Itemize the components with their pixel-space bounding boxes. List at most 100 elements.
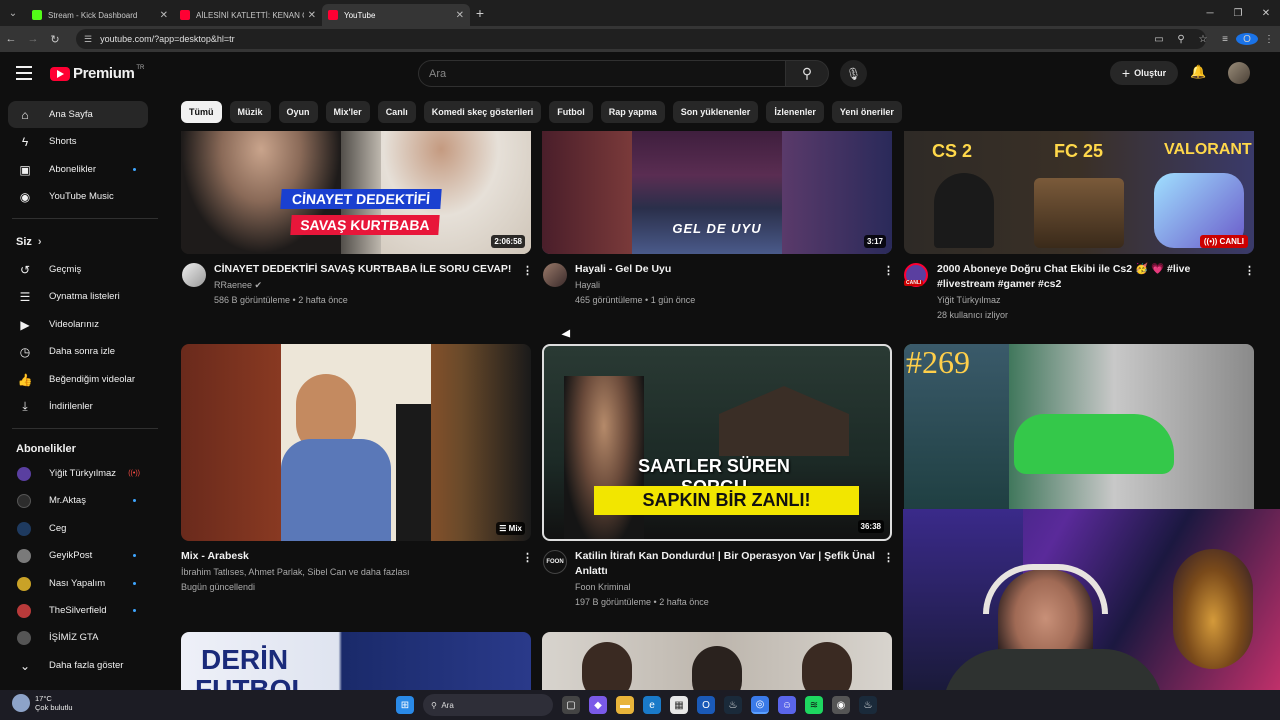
video-thumbnail[interactable]: CİNAYET DEDEKTİFİ SAVAŞ KURTBABA 2:06:58 [181, 131, 531, 254]
video-channel[interactable]: Foon Kriminal [575, 580, 631, 595]
sidebar-sub-isimiz-gta[interactable]: İŞİMİZ GTA [8, 624, 148, 651]
chip-all[interactable]: Tümü [181, 101, 222, 123]
sidebar-sub-nasi-yapalim[interactable]: Nası Yapalım [8, 570, 148, 597]
forward-arrow-icon[interactable]: → [22, 33, 44, 45]
channel-avatar[interactable]: CANLI [904, 263, 928, 287]
more-options-icon[interactable]: ⋮ [522, 264, 533, 277]
minimize-icon[interactable]: ─ [1196, 8, 1224, 19]
close-icon[interactable]: ✕ [456, 10, 464, 21]
more-options-icon[interactable]: ⋮ [883, 551, 894, 564]
sidebar-show-more[interactable]: ⌄ Daha fazla göster [8, 652, 148, 679]
video-title[interactable]: 2000 Aboneye Doğru Chat Ekibi ile Cs2 🥳 … [937, 262, 1237, 292]
browser-tab-youtube[interactable]: YouTube ✕ [322, 4, 470, 26]
edge-browser-icon[interactable]: e [643, 696, 661, 714]
sidebar-item-shorts[interactable]: ϟ Shorts [8, 128, 148, 155]
steam-app-icon[interactable]: ♨ [859, 696, 877, 714]
channel-avatar[interactable] [182, 263, 206, 287]
discord-icon[interactable]: ☺ [778, 696, 796, 714]
chip-football[interactable]: Futbol [549, 101, 593, 123]
chip-watched[interactable]: İzlenenler [766, 101, 824, 123]
chip-gaming[interactable]: Oyun [278, 101, 318, 123]
sidebar-sub-geyikpost[interactable]: GeyikPost [8, 542, 148, 569]
hamburger-menu-icon[interactable] [16, 66, 32, 80]
chip-mixes[interactable]: Mix'ler [325, 101, 370, 123]
close-icon[interactable]: ✕ [160, 10, 168, 21]
sidebar-item-playlists[interactable]: ☰ Oynatma listeleri [8, 283, 148, 310]
new-tab-plus-icon[interactable]: + [470, 5, 490, 21]
sidebar-sub-ceg[interactable]: Ceg [8, 515, 148, 542]
chip-rap[interactable]: Rap yapma [600, 101, 665, 123]
sidebar-item-youtube-music[interactable]: ◉ YouTube Music [8, 183, 148, 210]
account-avatar[interactable] [1228, 62, 1250, 84]
sidebar-item-subscriptions[interactable]: ▣ Abonelikler [8, 156, 148, 183]
chip-recently-uploaded[interactable]: Son yüklenenler [672, 101, 759, 123]
video-channel[interactable]: İbrahim Tatlıses, Ahmet Parlak, Sibel Ca… [181, 565, 409, 580]
back-arrow-icon[interactable]: ← [0, 33, 22, 45]
create-button[interactable]: + Oluştur [1110, 61, 1178, 85]
more-options-icon[interactable]: ⋮ [522, 551, 533, 564]
chip-new-to-you[interactable]: Yeni öneriler [831, 101, 902, 123]
sidebar-item-liked-videos[interactable]: 👍 Beğendiğim videolar [8, 366, 148, 393]
browser-tab-kick[interactable]: Stream - Kick Dashboard ✕ [26, 4, 174, 26]
sidebar-sub-mr-aktas[interactable]: Mr.Aktaş [8, 487, 148, 514]
taskbar-search[interactable]: ⚲ Ara [423, 694, 553, 716]
channel-avatar[interactable] [543, 263, 567, 287]
address-bar[interactable]: ☰ youtube.com/?app=desktop&hl=tr [76, 29, 1206, 49]
browser-menu-icon[interactable]: ⋮ [1258, 34, 1280, 45]
sidebar-sub-thesilverfield[interactable]: TheSilverfield [8, 597, 148, 624]
file-explorer-icon[interactable]: ▬ [616, 696, 634, 714]
more-options-icon[interactable]: ⋮ [883, 264, 894, 277]
profile-avatar[interactable]: O [1236, 33, 1258, 45]
chip-music[interactable]: Müzik [229, 101, 271, 123]
cast-icon[interactable]: ▭ [1148, 34, 1170, 45]
extensions-icon[interactable]: ≡ [1214, 34, 1236, 45]
notifications-bell-icon[interactable]: 🔔 [1190, 64, 1206, 80]
video-thumbnail[interactable] [542, 632, 892, 690]
video-channel[interactable]: Hayali [575, 278, 600, 293]
video-thumbnail[interactable]: GEL DE UYU 3:17 [542, 131, 892, 254]
copilot-icon[interactable]: ◆ [589, 696, 607, 714]
video-channel[interactable]: Yiğit Türkyılmaz [937, 293, 1001, 308]
sidebar-item-watch-later[interactable]: ◷ Daha sonra izle [8, 338, 148, 365]
video-title[interactable]: Hayali - Gel De Uyu [575, 262, 875, 277]
search-input[interactable]: Ara [418, 60, 786, 87]
chrome-icon[interactable]: ◎ [751, 696, 769, 714]
video-thumbnail[interactable]: DERİN FUTBOL [181, 632, 531, 690]
sidebar-item-downloads[interactable]: ⤓ İndirilenler [8, 393, 148, 420]
more-options-icon[interactable]: ⋮ [1244, 264, 1255, 277]
youtube-logo[interactable]: Premium TR [50, 65, 144, 82]
channel-avatar[interactable]: FOON [543, 550, 567, 574]
obs-icon[interactable]: ◉ [832, 696, 850, 714]
voice-search-button[interactable]: 🎙 [840, 60, 867, 87]
sidebar-item-your-videos[interactable]: ▶ Videolarınız [8, 311, 148, 338]
store-icon[interactable]: ▦ [670, 696, 688, 714]
sidebar-item-home[interactable]: ⌂ Ana Sayfa [8, 101, 148, 128]
site-info-icon[interactable]: ☰ [84, 34, 92, 45]
chip-live[interactable]: Canlı [377, 101, 416, 123]
video-thumbnail[interactable]: SAATLER SÜREN SORGU SAPKIN BİR ZANLI! 36… [542, 344, 892, 541]
windows-start-icon[interactable]: ⊞ [396, 696, 414, 714]
close-window-icon[interactable]: ✕ [1252, 8, 1280, 19]
video-title[interactable]: CİNAYET DEDEKTİFİ SAVAŞ KURTBABA İLE SOR… [214, 262, 514, 277]
close-icon[interactable]: ✕ [308, 10, 316, 21]
outlook-icon[interactable]: O [697, 696, 715, 714]
reload-icon[interactable]: ↻ [44, 33, 66, 46]
sidebar-sub-yigit-turkyilmaz[interactable]: Yiğit Türkyılmaz ((•)) [8, 460, 148, 487]
spotify-icon[interactable]: ≋ [805, 696, 823, 714]
maximize-icon[interactable]: ❐ [1224, 8, 1252, 19]
tab-list-chevron-icon[interactable]: ⌄ [0, 0, 26, 26]
sidebar-you-header[interactable]: Siz › [8, 228, 148, 255]
video-channel[interactable]: RRaenee ✔ [214, 278, 262, 293]
chip-comedy[interactable]: Komedi skeç gösterileri [423, 101, 542, 123]
bookmark-star-icon[interactable]: ☆ [1192, 34, 1214, 45]
browser-tab-youtube-video[interactable]: AİLESİNİ KATLETTİ: KENAN ÖN ✕ [174, 4, 322, 26]
video-title[interactable]: Mix - Arabesk [181, 549, 501, 564]
zoom-icon[interactable]: ⚲ [1170, 34, 1192, 45]
video-thumbnail[interactable]: CS 2 FC 25 VALORANT ((•)) CANLI [904, 131, 1254, 254]
search-button[interactable]: ⚲ [785, 60, 829, 87]
video-thumbnail[interactable]: ☰ Mix [181, 344, 531, 541]
sidebar-item-history[interactable]: ↺ Geçmiş [8, 256, 148, 283]
steam-icon[interactable]: ♨ [724, 696, 742, 714]
task-view-icon[interactable]: ▢ [562, 696, 580, 714]
video-title[interactable]: Katilin İtirafı Kan Dondurdu! | Bir Oper… [575, 549, 875, 579]
